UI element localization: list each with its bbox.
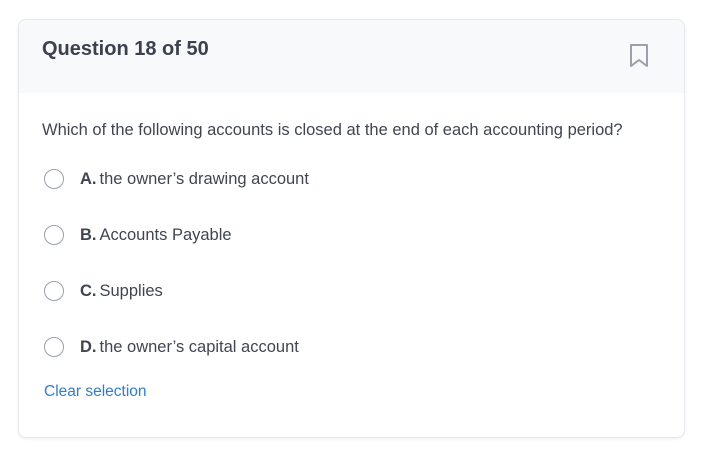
radio-button[interactable] xyxy=(44,337,64,357)
question-prompt: Which of the following accounts is close… xyxy=(42,121,623,139)
question-header: Question 18 of 50 xyxy=(19,20,684,93)
option-b[interactable]: B. Accounts Payable xyxy=(44,223,232,247)
option-c[interactable]: C. Supplies xyxy=(44,279,163,303)
clear-selection-link[interactable]: Clear selection xyxy=(44,383,147,401)
question-number-title: Question 18 of 50 xyxy=(42,38,209,60)
radio-button[interactable] xyxy=(44,281,64,301)
bookmark-icon[interactable] xyxy=(628,43,650,69)
option-text: Supplies xyxy=(99,281,163,300)
option-text: Accounts Payable xyxy=(99,225,232,244)
radio-button[interactable] xyxy=(44,225,64,245)
question-card: Question 18 of 50 Which of the following… xyxy=(18,19,685,438)
option-a[interactable]: A. the owner’s drawing account xyxy=(44,167,309,191)
option-text: the owner’s capital account xyxy=(99,337,299,356)
option-letter: D. xyxy=(80,337,97,356)
option-letter: A. xyxy=(80,169,97,188)
radio-button[interactable] xyxy=(44,169,64,189)
option-letter: C. xyxy=(80,281,97,300)
option-d[interactable]: D. the owner’s capital account xyxy=(44,335,299,359)
option-letter: B. xyxy=(80,225,97,244)
option-text: the owner’s drawing account xyxy=(99,169,309,188)
